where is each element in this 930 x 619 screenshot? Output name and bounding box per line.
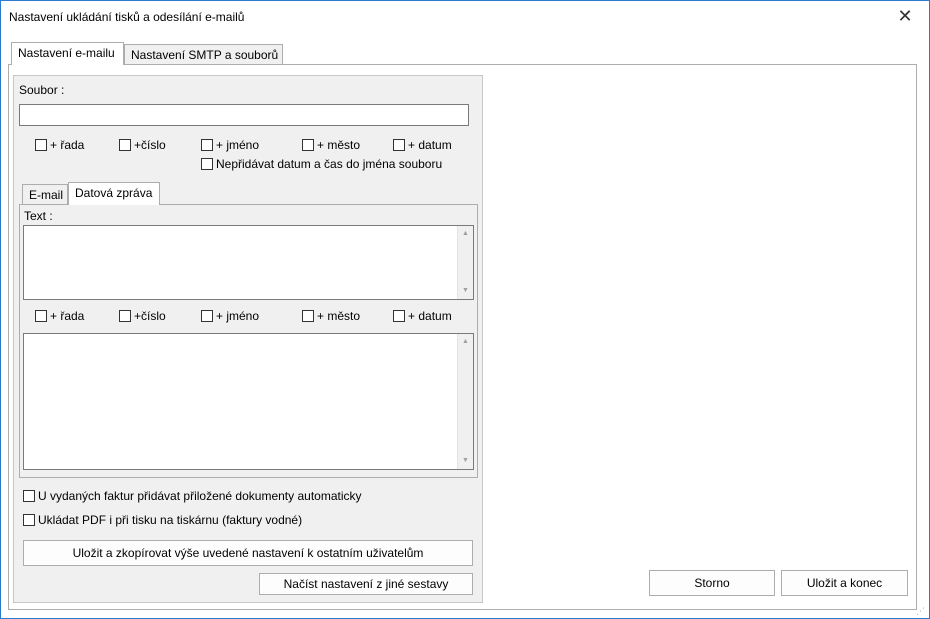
msg-option-city[interactable]: + město xyxy=(302,309,360,323)
msg-option-city-checkbox[interactable] xyxy=(302,310,314,322)
resize-grip-icon[interactable]: ⋰ xyxy=(916,605,928,617)
file-option-date[interactable]: + datum xyxy=(393,138,452,152)
attach-docs-checkbox[interactable] xyxy=(23,490,35,502)
file-option-number-label: +číslo xyxy=(134,138,166,152)
file-option-number[interactable]: +číslo xyxy=(119,138,166,152)
file-option-series-label: + řada xyxy=(50,138,85,152)
dialog-window: Nastavení ukládání tisků a odesílání e-m… xyxy=(0,0,930,619)
load-settings-button[interactable]: Načíst nastavení z jiné sestavy xyxy=(259,573,473,595)
scroll-up-icon[interactable]: ▲ xyxy=(458,334,473,350)
msg-option-series[interactable]: + řada xyxy=(35,309,84,323)
msg-option-date-label: + datum xyxy=(408,309,452,323)
body-memo[interactable]: ▲ ▼ xyxy=(23,333,474,470)
close-icon[interactable]: ✕ xyxy=(894,5,916,27)
subtab-email[interactable]: E-mail xyxy=(22,184,68,205)
msg-option-number-checkbox[interactable] xyxy=(119,310,131,322)
file-name-input[interactable] xyxy=(19,104,469,126)
msg-option-name[interactable]: + jméno xyxy=(201,309,259,323)
file-option-date-checkbox[interactable] xyxy=(393,139,405,151)
scroll-up-icon[interactable]: ▲ xyxy=(458,226,473,242)
tab-email-settings[interactable]: Nastavení e-mailu xyxy=(11,42,124,65)
body-memo-scrollbar[interactable]: ▲ ▼ xyxy=(457,334,473,469)
no-datetime-label: Nepřidávat datum a čas do jména souboru xyxy=(216,157,443,171)
file-option-series[interactable]: + řada xyxy=(35,138,84,152)
dialog-title: Nastavení ukládání tisků a odesílání e-m… xyxy=(9,10,245,24)
file-option-city[interactable]: + město xyxy=(302,138,360,152)
msg-option-date-checkbox[interactable] xyxy=(393,310,405,322)
save-copy-button[interactable]: Uložit a zkopírovat výše uvedené nastave… xyxy=(23,540,473,566)
save-pdf-option[interactable]: Ukládat PDF i při tisku na tiskárnu (fak… xyxy=(23,513,302,527)
save-close-button[interactable]: Uložit a konec xyxy=(781,570,908,596)
save-pdf-checkbox[interactable] xyxy=(23,514,35,526)
file-option-name-label: + jméno xyxy=(216,138,260,152)
scroll-down-icon[interactable]: ▼ xyxy=(458,283,473,299)
no-datetime-option[interactable]: Nepřidávat datum a čas do jména souboru xyxy=(201,157,442,171)
file-label: Soubor : xyxy=(19,83,65,97)
file-option-number-checkbox[interactable] xyxy=(119,139,131,151)
no-datetime-checkbox[interactable] xyxy=(201,158,213,170)
file-option-series-checkbox[interactable] xyxy=(35,139,47,151)
msg-option-series-label: + řada xyxy=(50,309,85,323)
file-option-name-checkbox[interactable] xyxy=(201,139,213,151)
file-option-city-label: + město xyxy=(317,138,361,152)
attach-docs-option[interactable]: U vydaných faktur přidávat přiložené dok… xyxy=(23,489,362,503)
msg-option-name-checkbox[interactable] xyxy=(201,310,213,322)
text-label: Text : xyxy=(24,209,53,223)
msg-option-name-label: + jméno xyxy=(216,309,260,323)
text-memo-scrollbar[interactable]: ▲ ▼ xyxy=(457,226,473,299)
attach-docs-label: U vydaných faktur přidávat přiložené dok… xyxy=(38,489,362,503)
file-option-name[interactable]: + jméno xyxy=(201,138,259,152)
cancel-button[interactable]: Storno xyxy=(649,570,775,596)
msg-option-city-label: + město xyxy=(317,309,361,323)
scroll-down-icon[interactable]: ▼ xyxy=(458,453,473,469)
file-option-date-label: + datum xyxy=(408,138,452,152)
msg-option-date[interactable]: + datum xyxy=(393,309,452,323)
subtab-data-message[interactable]: Datová zpráva xyxy=(68,182,160,205)
msg-option-series-checkbox[interactable] xyxy=(35,310,47,322)
tab-smtp-settings[interactable]: Nastavení SMTP a souborů xyxy=(124,44,283,65)
msg-option-number-label: +číslo xyxy=(134,309,166,323)
save-pdf-label: Ukládat PDF i při tisku na tiskárnu (fak… xyxy=(38,513,303,527)
text-memo[interactable]: ▲ ▼ xyxy=(23,225,474,300)
msg-option-number[interactable]: +číslo xyxy=(119,309,166,323)
file-option-city-checkbox[interactable] xyxy=(302,139,314,151)
